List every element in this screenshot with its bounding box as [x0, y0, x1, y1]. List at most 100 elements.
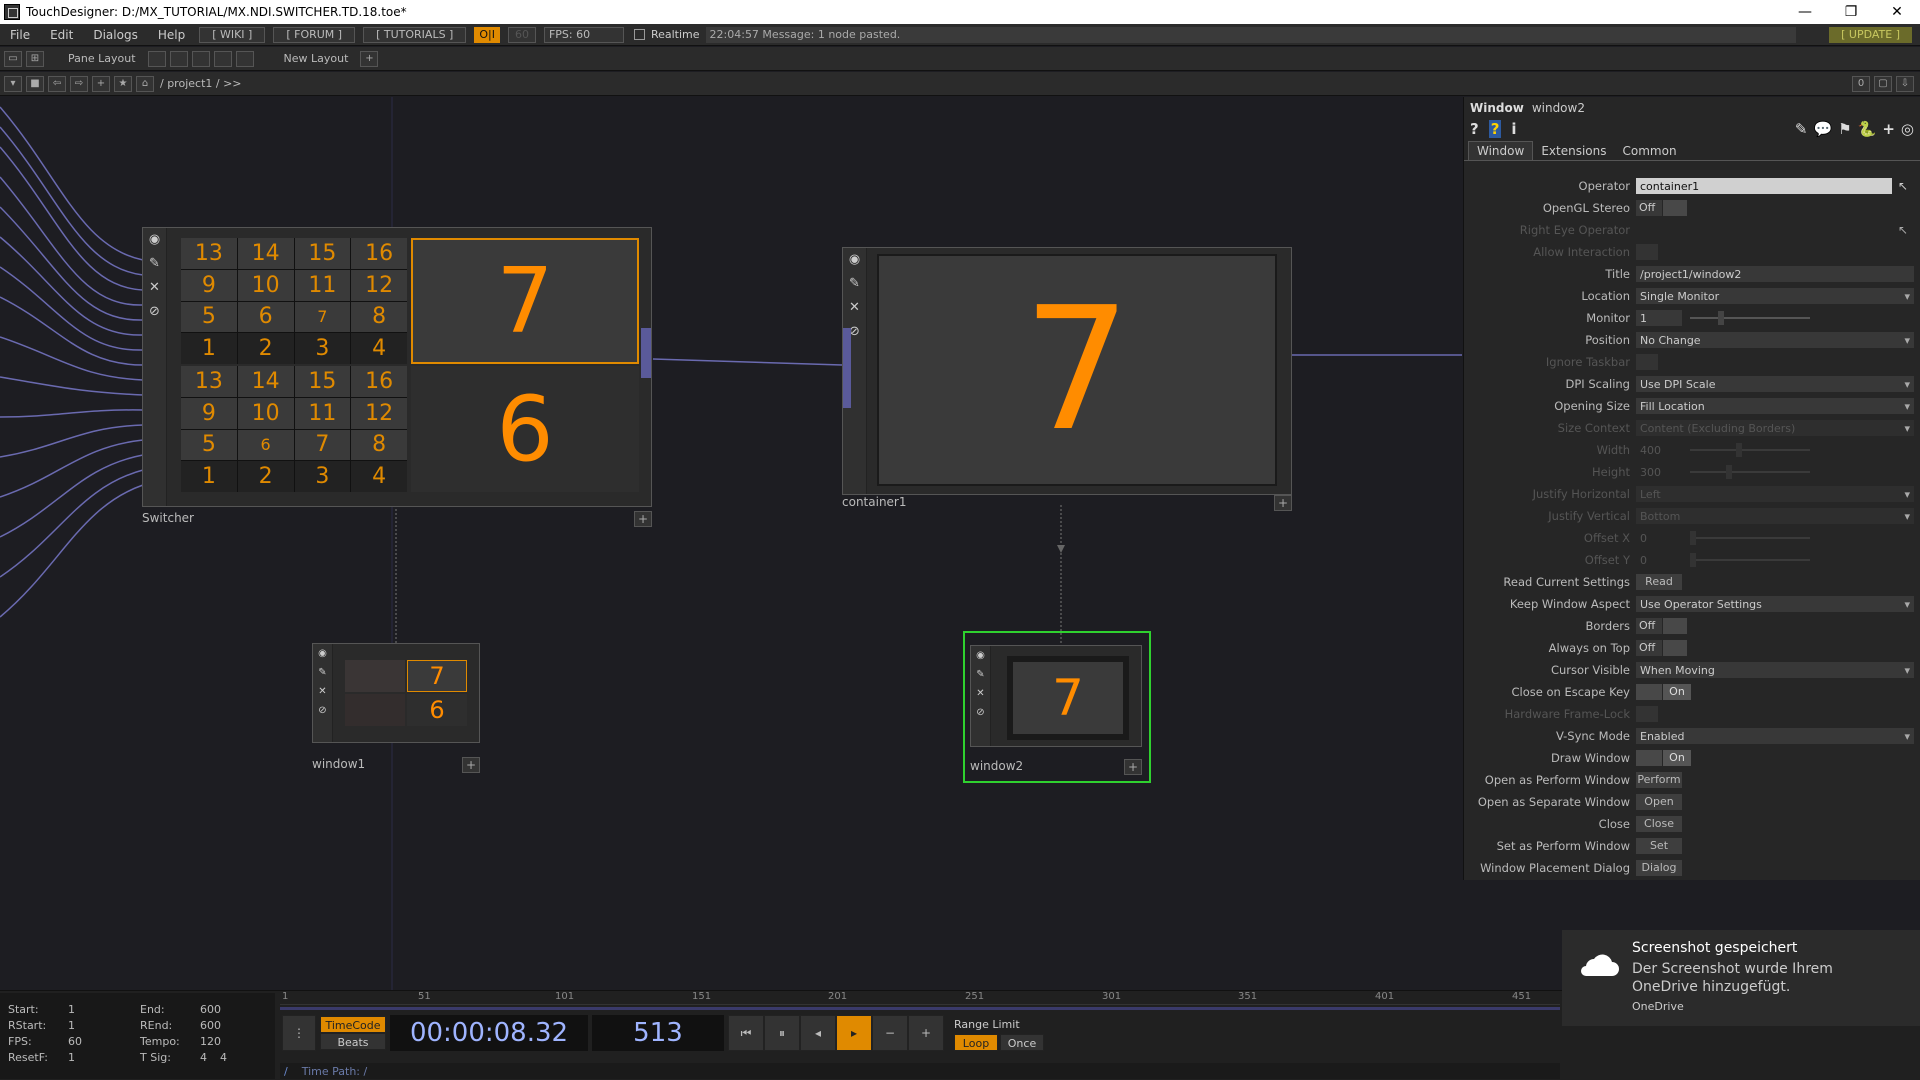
cursor-visible-dropdown[interactable]: When Moving [1636, 662, 1914, 678]
lock-icon[interactable]: ⊘ [313, 701, 332, 720]
width-field[interactable]: 400 [1636, 442, 1682, 458]
step-back-icon[interactable]: ◂ [800, 1015, 836, 1051]
window2-node[interactable]: ◉ ✎ ✕ ⊘ 7 [970, 645, 1142, 747]
pin-icon[interactable]: ✎ [313, 663, 332, 682]
layout-vsplit-icon[interactable] [169, 50, 188, 67]
layout-quad-icon[interactable] [235, 50, 254, 67]
viewer-icon[interactable]: ◉ [971, 646, 990, 665]
rend-value[interactable]: 600 [200, 1019, 221, 1032]
switcher-output-connector[interactable] [641, 328, 651, 378]
bypass-icon[interactable]: ✕ [843, 296, 866, 320]
restore-icon[interactable]: ❐ [1828, 0, 1874, 24]
offset-x-slider[interactable] [1690, 531, 1810, 545]
read-button[interactable]: Read [1636, 574, 1682, 590]
set-button[interactable]: Set [1636, 838, 1682, 854]
lock-icon[interactable]: ⊘ [143, 300, 166, 324]
window1-node-label[interactable]: window1 [312, 757, 462, 771]
stop-icon[interactable]: ■ [26, 75, 44, 92]
justify-vertical-dropdown[interactable]: Bottom [1636, 508, 1914, 524]
timeline-ruler[interactable]: 1 51 101 151 201 251 301 351 401 451 [280, 991, 1560, 1005]
realtime-checkbox[interactable] [633, 29, 645, 40]
width-slider[interactable] [1690, 443, 1810, 457]
minimize-icon[interactable]: — [1782, 0, 1828, 24]
close-button[interactable]: Close [1636, 816, 1682, 832]
tab-window[interactable]: Window [1468, 141, 1534, 160]
layout-single-icon[interactable] [147, 50, 166, 67]
decrement-icon[interactable]: − [872, 1015, 908, 1051]
start-value[interactable]: 1 [68, 1003, 75, 1016]
network-editor[interactable]: ◉ ✎ ✕ ⊘ 13 14 15 16 9 10 11 12 5 6 7 8 1… [0, 97, 1462, 990]
monitor-field[interactable]: 1 [1636, 310, 1682, 326]
update-button[interactable]: [ UPDATE ] [1829, 26, 1912, 43]
window1-node[interactable]: ◉ ✎ ✕ ⊘ 7 6 [312, 643, 480, 743]
opengl-stereo-toggle[interactable]: Off [1636, 200, 1687, 216]
add-layout-icon[interactable]: + [360, 50, 379, 67]
lock-icon[interactable]: ⊘ [971, 703, 990, 722]
slider-knob[interactable] [1736, 443, 1742, 457]
slider-knob[interactable] [1726, 465, 1732, 479]
tab-extensions[interactable]: Extensions [1533, 142, 1614, 160]
timepath-label[interactable]: Time Path: / [302, 1065, 368, 1078]
pin-icon[interactable]: ✎ [143, 252, 166, 276]
container1-node[interactable]: ◉ ✎ ✕ ⊘ 7 [842, 247, 1292, 495]
timecode-button[interactable]: TimeCode [320, 1016, 386, 1033]
back-icon[interactable]: ⇦ [48, 75, 66, 92]
tsig-value-a[interactable]: 4 [200, 1051, 220, 1064]
bypass-icon[interactable]: ✕ [143, 276, 166, 300]
slider-knob[interactable] [1718, 311, 1724, 325]
add-icon[interactable]: + [92, 75, 110, 92]
switcher-node-label[interactable]: Switcher [142, 511, 632, 525]
pause-icon[interactable]: ⏸ [764, 1015, 800, 1051]
switcher-label-add-icon[interactable]: + [634, 511, 652, 527]
fps-value[interactable]: 60 [68, 1035, 82, 1048]
rstart-value[interactable]: 1 [68, 1019, 75, 1032]
menu-edit[interactable]: Edit [40, 28, 83, 42]
close-icon[interactable]: ✕ [1874, 0, 1920, 24]
loop-button[interactable]: Loop [954, 1033, 998, 1051]
forum-button[interactable]: [ FORUM ] [273, 26, 356, 43]
justify-horizontal-dropdown[interactable]: Left [1636, 486, 1914, 502]
layout-triple-icon[interactable] [213, 50, 232, 67]
forward-icon[interactable]: ⇨ [70, 75, 88, 92]
tempo-value[interactable]: 120 [200, 1035, 221, 1048]
height-slider[interactable] [1690, 465, 1810, 479]
flag-icon[interactable]: ⚑ [1838, 120, 1851, 138]
chevron-down-icon[interactable]: ▾ [4, 75, 22, 92]
pin-icon[interactable]: ✎ [971, 665, 990, 684]
window2-node-label[interactable]: window2 [970, 759, 1122, 773]
window1-label-add-icon[interactable]: + [462, 757, 480, 773]
play-icon[interactable]: ▸ [836, 1015, 872, 1051]
tsig-value-b[interactable]: 4 [220, 1051, 227, 1064]
operator-name[interactable]: window2 [1532, 101, 1585, 115]
info-icon[interactable]: i [1511, 120, 1516, 138]
home-icon[interactable]: ⌂ [136, 75, 154, 92]
comment-icon[interactable]: 💬 [1814, 120, 1833, 138]
dpi-scaling-dropdown[interactable]: Use DPI Scale [1636, 376, 1914, 392]
rewind-icon[interactable]: ⏮ [728, 1015, 764, 1051]
pin-icon[interactable]: ✎ [843, 272, 866, 296]
tab-common[interactable]: Common [1615, 142, 1685, 160]
size-context-dropdown[interactable]: Content (Excluding Borders) [1636, 420, 1914, 436]
frame-display[interactable]: 513 [592, 1015, 724, 1051]
viewer-icon[interactable]: ◉ [143, 228, 166, 252]
perform-button[interactable]: Perform [1636, 772, 1682, 788]
location-dropdown[interactable]: Single Monitor [1636, 288, 1914, 304]
menu-dialogs[interactable]: Dialogs [83, 28, 147, 42]
switcher-node[interactable]: ◉ ✎ ✕ ⊘ 13 14 15 16 9 10 11 12 5 6 7 8 1… [142, 227, 652, 507]
keep-aspect-dropdown[interactable]: Use Operator Settings [1636, 596, 1914, 612]
layout-hsplit-icon[interactable] [191, 50, 210, 67]
height-field[interactable]: 300 [1636, 464, 1682, 480]
once-button[interactable]: Once [1000, 1033, 1044, 1051]
pane-type-icon[interactable]: ▭ [4, 50, 22, 67]
position-dropdown[interactable]: No Change [1636, 332, 1914, 348]
window2-label-add-icon[interactable]: + [1124, 759, 1142, 775]
increment-icon[interactable]: + [908, 1015, 944, 1051]
zero-button[interactable]: 0 [1852, 75, 1870, 92]
offset-x-field[interactable]: 0 [1636, 530, 1682, 546]
vsync-dropdown[interactable]: Enabled [1636, 728, 1914, 744]
maximize-pane-icon[interactable]: ▢ [1874, 75, 1892, 92]
pencil-icon[interactable]: ✎ [1795, 120, 1808, 138]
slider-knob[interactable] [1690, 553, 1696, 567]
container1-label-add-icon[interactable]: + [1274, 495, 1292, 511]
download-icon[interactable]: ⇩ [1896, 75, 1914, 92]
